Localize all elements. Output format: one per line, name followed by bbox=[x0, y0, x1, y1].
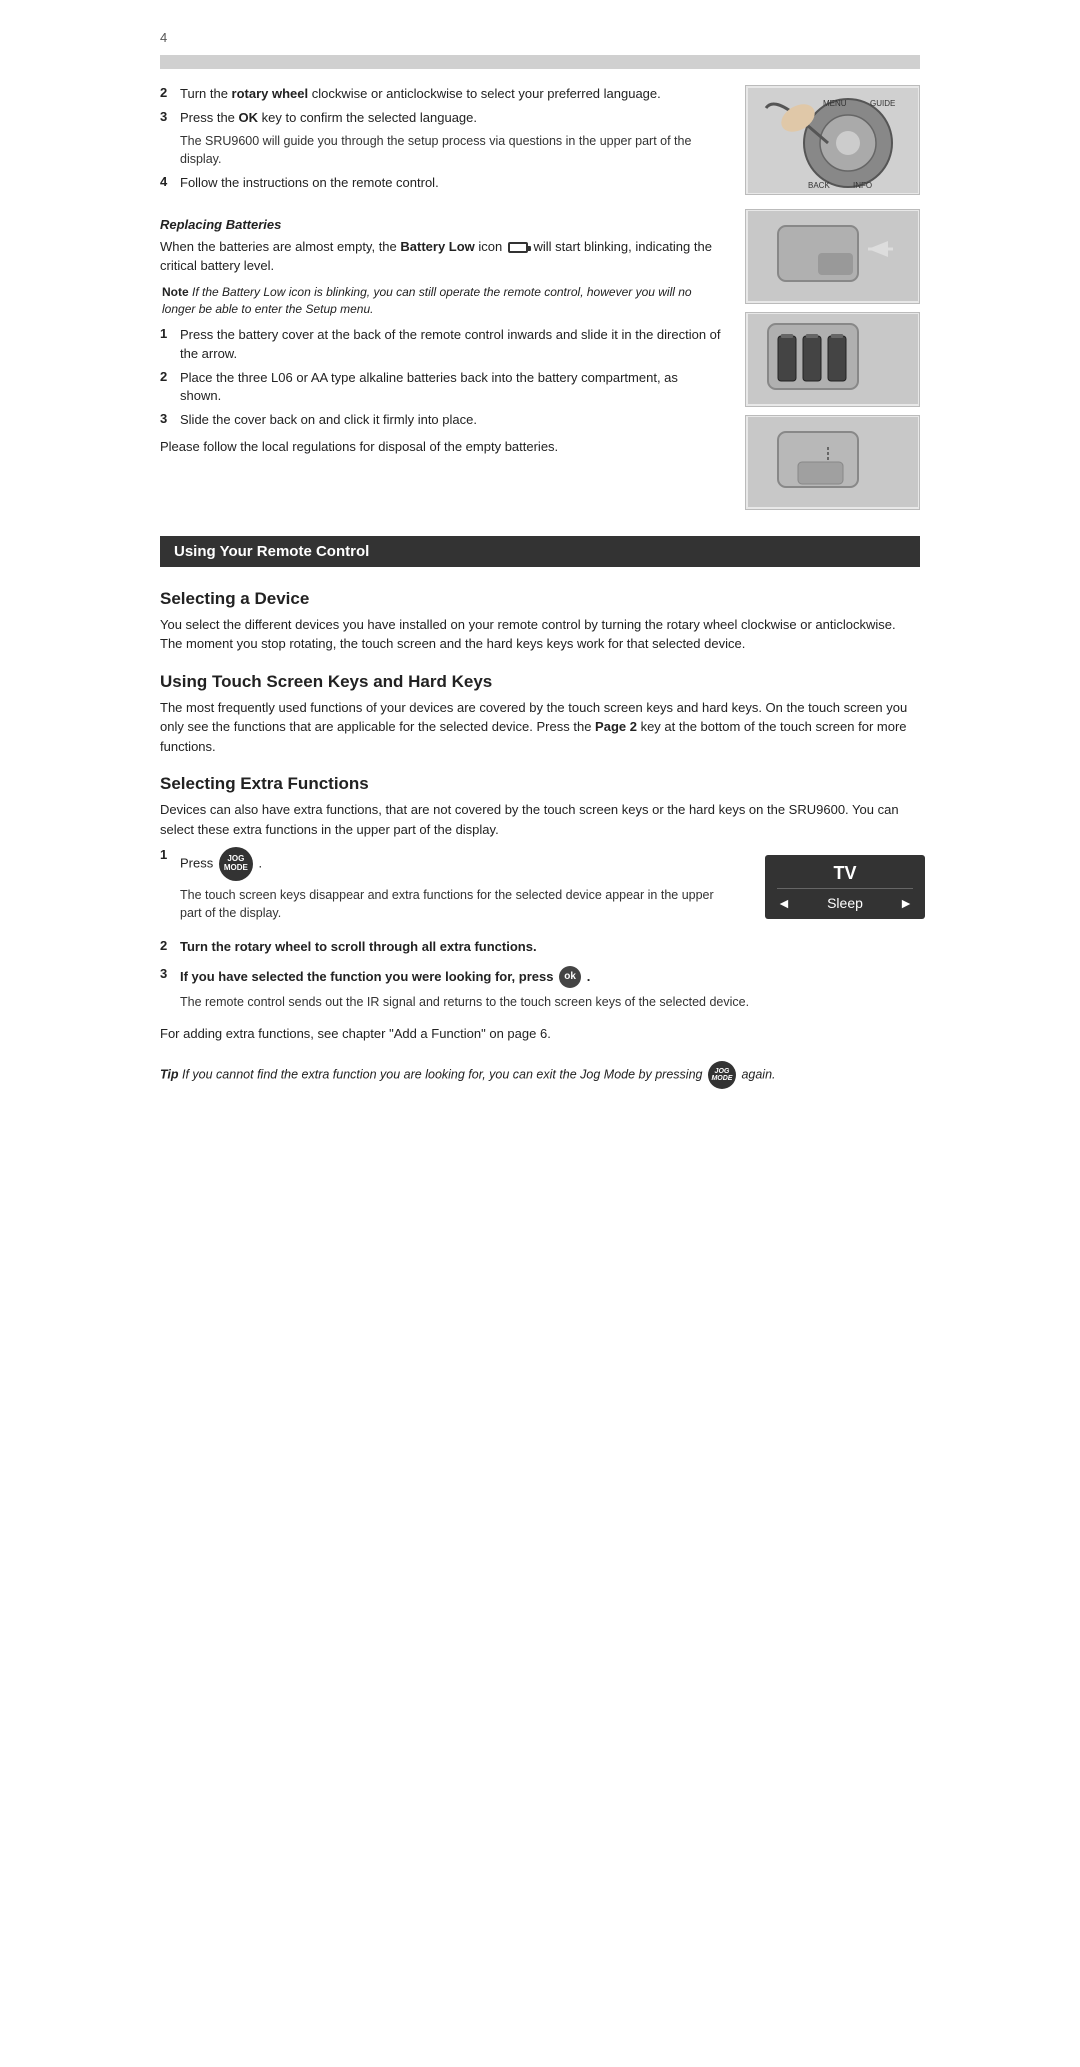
extra-step-1-right: TV ◄ Sleep ► bbox=[745, 847, 920, 928]
tv-sleep-label: Sleep bbox=[827, 895, 863, 911]
battery-step-text-1: Press the battery cover at the back of t… bbox=[180, 326, 722, 362]
rotary-wheel-svg: MENU GUIDE BACK INFO bbox=[748, 88, 918, 193]
step-num-2: 2 bbox=[160, 85, 174, 103]
step-4: 4 Follow the instructions on the remote … bbox=[160, 174, 722, 192]
battery-step-text-3: Slide the cover back on and click it fir… bbox=[180, 411, 477, 429]
selecting-device-heading: Selecting a Device bbox=[160, 589, 920, 609]
svg-text:BACK: BACK bbox=[808, 181, 830, 190]
battery-note: Note If the Battery Low icon is blinking… bbox=[162, 284, 722, 319]
extra-step-1: 1 Press JOGMODE . The touch screen keys … bbox=[160, 847, 920, 928]
battery-svg-1 bbox=[748, 211, 918, 301]
rotary-wheel-image: MENU GUIDE BACK INFO bbox=[745, 85, 920, 195]
tv-right-arrow: ► bbox=[899, 895, 913, 911]
svg-text:GUIDE: GUIDE bbox=[870, 99, 895, 108]
jog-mode-button-tip: JOGMODE bbox=[708, 1061, 736, 1089]
battery-images bbox=[745, 209, 920, 510]
step-3: 3 Press the OK key to confirm the select… bbox=[160, 109, 722, 127]
step-num-3: 3 bbox=[160, 109, 174, 127]
battery-svg-3 bbox=[748, 417, 918, 507]
tv-display-title: TV bbox=[777, 863, 913, 889]
intro-section: 2 Turn the rotary wheel clockwise or ant… bbox=[160, 85, 920, 199]
add-function-note: For adding extra functions, see chapter … bbox=[160, 1024, 920, 1044]
extra-step-1-left: 1 Press JOGMODE . The touch screen keys … bbox=[160, 847, 731, 928]
extra-step-1-item: 1 Press JOGMODE . bbox=[160, 847, 731, 881]
extra-step-3-sub: The remote control sends out the IR sign… bbox=[180, 994, 920, 1012]
extra-step-text-2: Turn the rotary wheel to scroll through … bbox=[180, 938, 537, 956]
battery-icon bbox=[508, 242, 528, 253]
jog-mode-button-1: JOGMODE bbox=[219, 847, 253, 881]
extra-step-2: 2 Turn the rotary wheel to scroll throug… bbox=[160, 938, 920, 956]
rotary-image-col: MENU GUIDE BACK INFO bbox=[740, 85, 920, 199]
step-text-2: Turn the rotary wheel clockwise or antic… bbox=[180, 85, 661, 103]
replacing-batteries-heading: Replacing Batteries bbox=[160, 217, 722, 232]
battery-step-2: 2 Place the three L06 or AA type alkalin… bbox=[160, 369, 722, 405]
batteries-intro: When the batteries are almost empty, the… bbox=[160, 237, 722, 276]
battery-svg-2 bbox=[748, 314, 918, 404]
batteries-text-col: Replacing Batteries When the batteries a… bbox=[160, 209, 722, 510]
step-2: 2 Turn the rotary wheel clockwise or ant… bbox=[160, 85, 722, 103]
svg-text:MENU: MENU bbox=[823, 99, 847, 108]
battery-step-num-3: 3 bbox=[160, 411, 174, 429]
step-text-4: Follow the instructions on the remote co… bbox=[180, 174, 439, 192]
battery-step-3: 3 Slide the cover back on and click it f… bbox=[160, 411, 722, 429]
tv-left-arrow: ◄ bbox=[777, 895, 791, 911]
battery-step-text-2: Place the three L06 or AA type alkaline … bbox=[180, 369, 722, 405]
svg-text:INFO: INFO bbox=[853, 181, 872, 190]
tv-display: TV ◄ Sleep ► bbox=[765, 855, 925, 919]
page: 4 2 Turn the rotary wheel clockwise or a… bbox=[150, 0, 930, 1129]
content-area: 2 Turn the rotary wheel clockwise or ant… bbox=[150, 85, 930, 1089]
battery-images-col bbox=[740, 209, 920, 510]
top-gray-bar bbox=[160, 55, 920, 69]
selecting-device-body: You select the different devices you hav… bbox=[160, 615, 920, 654]
touch-screen-keys-heading: Using Touch Screen Keys and Hard Keys bbox=[160, 672, 920, 692]
section-bar: Using Your Remote Control bbox=[160, 536, 920, 567]
extra-step-text-3: If you have selected the function you we… bbox=[180, 966, 590, 988]
battery-step-num-2: 2 bbox=[160, 369, 174, 405]
battery-image-2 bbox=[745, 312, 920, 407]
tv-display-row: ◄ Sleep ► bbox=[777, 895, 913, 911]
replacing-batteries-section: Replacing Batteries When the batteries a… bbox=[160, 209, 920, 510]
step-3-sub: The SRU9600 will guide you through the s… bbox=[180, 133, 722, 168]
battery-image-1 bbox=[745, 209, 920, 304]
ok-button: ok bbox=[559, 966, 581, 988]
intro-text-col: 2 Turn the rotary wheel clockwise or ant… bbox=[160, 85, 722, 199]
touch-screen-keys-body: The most frequently used functions of yo… bbox=[160, 698, 920, 757]
extra-step-text-1: Press JOGMODE . bbox=[180, 847, 262, 881]
tip-block: Tip If you cannot find the extra functio… bbox=[160, 1061, 920, 1089]
battery-step-num-1: 1 bbox=[160, 326, 174, 362]
extra-step-num-2: 2 bbox=[160, 938, 174, 956]
battery-step-1: 1 Press the battery cover at the back of… bbox=[160, 326, 722, 362]
step-num-4: 4 bbox=[160, 174, 174, 192]
selecting-extra-functions-heading: Selecting Extra Functions bbox=[160, 774, 920, 794]
page-number: 4 bbox=[150, 30, 930, 45]
extra-step-3: 3 If you have selected the function you … bbox=[160, 966, 920, 988]
battery-image-3 bbox=[745, 415, 920, 510]
batteries-footer: Please follow the local regulations for … bbox=[160, 437, 722, 457]
extra-step-num-3: 3 bbox=[160, 966, 174, 988]
selecting-extra-functions-body: Devices can also have extra functions, t… bbox=[160, 800, 920, 839]
extra-step-num-1: 1 bbox=[160, 847, 174, 881]
extra-step-1-sub: The touch screen keys disappear and extr… bbox=[180, 887, 731, 922]
step-text-3: Press the OK key to confirm the selected… bbox=[180, 109, 477, 127]
